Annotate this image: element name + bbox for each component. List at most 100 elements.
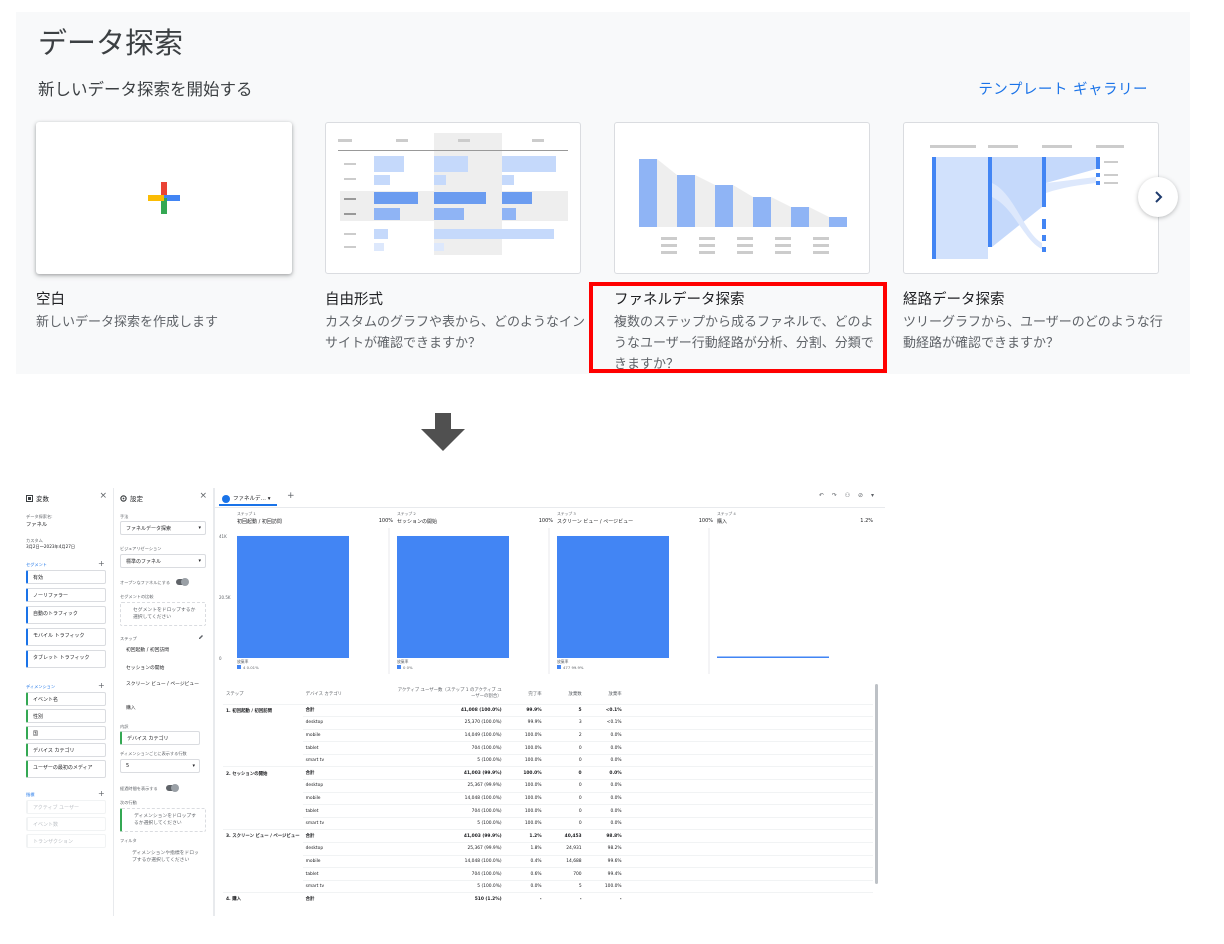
table-cell: 100.0%: [504, 804, 545, 818]
elapsed-toggle[interactable]: [166, 784, 179, 792]
funnel-bar[interactable]: [237, 535, 349, 658]
table-cell: [223, 843, 303, 856]
funnel-thumbnail-icon: [639, 159, 847, 254]
freeform-thumbnail-icon: [338, 133, 568, 255]
template-gallery-link[interactable]: テンプレート ギャラリー: [978, 78, 1148, 99]
table-cell: desktop: [302, 716, 395, 730]
dimension-item[interactable]: イベント名: [26, 692, 106, 706]
next-templates-button[interactable]: [1138, 177, 1178, 217]
column-header: デバイス カテゴリ: [305, 691, 342, 697]
step-number: ステップ 1: [237, 511, 256, 516]
add-metric-icon[interactable]: +: [98, 789, 105, 798]
table-body: 1. 初回起動 / 初回訪問 合計 41,008 (100.0%) 99.9% 5 <0.…: [223, 703, 873, 906]
table-row: tablet 704 (100.0%) 100.0% 0 0.0%: [223, 741, 873, 755]
table-cell: 合計: [302, 892, 395, 906]
table-scrollbar[interactable]: [875, 684, 878, 884]
table-row: tablet 704 (100.0%) 100.0% 0 0.0%: [223, 804, 873, 818]
step-item[interactable]: 初回起動 / 初回訪問: [126, 646, 169, 653]
step-number: ステップ 2: [397, 511, 416, 516]
table-row: smart tv 5 (100.0%) 100.0% 0 0.0%: [223, 753, 873, 767]
table-cell: 0: [544, 816, 585, 830]
add-dimension-icon[interactable]: +: [98, 681, 105, 690]
step-percent: 100%: [538, 518, 553, 524]
funnel-chart: 41K 20.5K 0: [219, 528, 829, 674]
rows-select[interactable]: 5 ▾: [120, 759, 200, 773]
table-cell: 14,048 (100.0%): [394, 791, 505, 805]
report-canvas: ファネルデ… ▾ + ↶ ↷ ⚇ ⊘ ▾ ステップ 1 初回起動 / 初回訪問 10…: [214, 488, 885, 916]
dimension-item[interactable]: ユーザーの最初のメディア: [26, 760, 106, 778]
metric-item[interactable]: イベント数: [26, 817, 106, 831]
step-item[interactable]: セッションの開始: [126, 664, 164, 671]
breakdown-label: 内訳: [120, 724, 129, 729]
funnel-bar[interactable]: [397, 535, 509, 658]
table-cell: 704 (100.0%): [394, 804, 505, 818]
dimension-item[interactable]: 性別: [26, 709, 106, 723]
arrow-down-icon: [421, 413, 465, 451]
table-cell: <0.1%: [584, 703, 625, 717]
metrics-label: 指標: [26, 792, 35, 797]
table-cell: [223, 880, 303, 893]
step-item[interactable]: スクリーン ビュー / ページビュー: [126, 682, 204, 688]
template-card-blank[interactable]: [36, 122, 292, 274]
table-cell: [223, 792, 303, 805]
next-action-drop-zone[interactable]: ディメンションをドロップするか選択してください: [120, 808, 206, 832]
table-cell: 0.6%: [504, 867, 545, 881]
visualization-label: ビジュアリゼーション: [120, 546, 162, 551]
breakdown-chip[interactable]: デバイス カテゴリ: [120, 731, 200, 745]
step-number: ステップ 4: [717, 511, 736, 516]
dimension-item[interactable]: デバイス カテゴリ: [26, 743, 106, 757]
add-segment-icon[interactable]: +: [98, 559, 105, 568]
metric-item[interactable]: トランザクション: [26, 834, 106, 848]
segment-item[interactable]: 有効: [26, 570, 106, 584]
open-funnel-toggle[interactable]: [176, 578, 189, 586]
visualization-select[interactable]: 標準のファネル ▾: [120, 554, 206, 568]
add-tab-icon[interactable]: +: [287, 491, 295, 501]
metric-item[interactable]: アクティブ ユーザー: [26, 800, 106, 814]
segment-item[interactable]: モバイル トラフィック: [26, 628, 106, 646]
table-cell: mobile: [302, 854, 395, 868]
segment-item[interactable]: タブレット トラフィック: [26, 650, 106, 668]
segment-item[interactable]: ノーリファラー: [26, 588, 106, 602]
table-cell: 98.2%: [584, 842, 625, 856]
technique-select[interactable]: ファネルデータ探索 ▾: [120, 521, 206, 535]
table-cell: mobile: [302, 791, 395, 805]
step-item[interactable]: 購入: [126, 704, 136, 711]
elapsed-label: 経過時間を表示する: [120, 786, 158, 791]
edit-icon[interactable]: [198, 634, 204, 640]
table-cell-spacer: [624, 753, 873, 767]
table-cell-spacer: [624, 703, 873, 717]
filter-drop-zone[interactable]: ディメンションや指標をドロップするか選択してください: [120, 846, 206, 874]
step-number: ステップ 3: [557, 511, 576, 516]
close-icon[interactable]: ×: [99, 491, 107, 501]
table-cell: 100.0%: [504, 753, 545, 767]
abandon-2: 放棄率 0 0%: [397, 659, 413, 671]
dimension-item[interactable]: 国: [26, 726, 106, 740]
step-percent: 100%: [378, 518, 393, 524]
table-cell: 41,003 (99.9%): [394, 829, 505, 843]
date-range-value[interactable]: 3月2日～2023年4月27日: [26, 544, 75, 550]
table-cell: desktop: [302, 779, 395, 793]
template-card-funnel[interactable]: [614, 122, 870, 274]
table-row: smart tv 5 (100.0%) 0.0% 5 100.0%: [223, 879, 873, 893]
template-desc-path: ツリーグラフから、ユーザーのどのような行動経路が確認できますか？: [903, 315, 1163, 351]
template-card-path[interactable]: [903, 122, 1159, 274]
table-cell-spacer: [624, 854, 873, 868]
table-cell: 0: [544, 753, 585, 767]
template-card-freeform[interactable]: [325, 122, 581, 274]
template-title-blank: 空白: [36, 292, 65, 308]
chevron-down-icon: ▾: [192, 763, 195, 769]
exploration-name-value[interactable]: ファネル: [26, 520, 47, 528]
toolbar-icons[interactable]: ↶ ↷ ⚇ ⊘ ▾: [819, 492, 877, 499]
table-cell: <0.1%: [584, 716, 625, 730]
segment-item[interactable]: 自動のトラフィック: [26, 606, 106, 624]
funnel-bar[interactable]: [557, 535, 669, 658]
segment-drop-zone[interactable]: セグメントをドロップするか選択してください: [120, 602, 206, 626]
table-cell-spacer: [624, 741, 873, 755]
tab-funnel[interactable]: ファネルデ… ▾: [219, 492, 277, 506]
table-cell: 合計: [302, 766, 395, 780]
column-header: ステップ: [226, 691, 244, 697]
table-cell: 5: [544, 703, 585, 717]
steps-label: ステップ: [120, 636, 137, 641]
funnel-bar[interactable]: [717, 656, 829, 658]
close-icon[interactable]: ×: [199, 491, 207, 501]
